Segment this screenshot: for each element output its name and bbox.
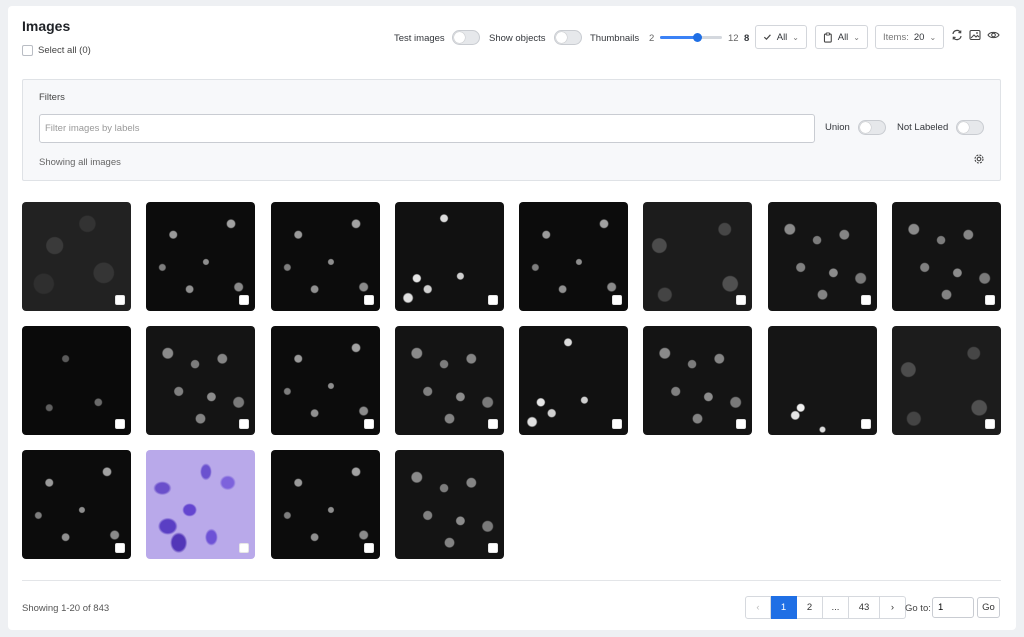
image-thumbnail[interactable] (394, 450, 504, 559)
image-select-checkbox[interactable] (363, 419, 374, 429)
page-ellipsis: ... (823, 596, 849, 619)
filters-label: Filters (39, 92, 65, 103)
image-thumbnail[interactable] (767, 202, 877, 311)
visibility-button[interactable] (986, 28, 1000, 42)
image-thumbnail[interactable] (22, 326, 131, 435)
filter-status-text: Showing all images (39, 157, 121, 168)
image-select-checkbox[interactable] (239, 295, 250, 305)
items-value: 20 (913, 31, 925, 43)
gear-icon[interactable] (973, 153, 985, 165)
slider-value: 8 (744, 32, 750, 44)
image-icon (969, 29, 981, 41)
chevron-down-icon: ⌄ (853, 32, 860, 42)
image-select-checkbox[interactable] (487, 295, 498, 305)
test-images-toggle[interactable] (452, 30, 480, 45)
slider-handle[interactable] (693, 33, 703, 42)
refresh-icon (952, 29, 962, 41)
page-button-43[interactable]: 43 (849, 596, 880, 619)
image-thumbnail[interactable] (394, 202, 504, 311)
slider-fill (660, 36, 698, 39)
not-labeled-label: Not Labeled (897, 122, 949, 133)
thumbnails-label: Thumbnails (590, 32, 640, 44)
show-objects-label: Show objects (489, 32, 546, 44)
image-select-checkbox[interactable] (860, 419, 871, 429)
image-select-checkbox[interactable] (736, 295, 747, 305)
thumbnail-size-slider[interactable] (660, 33, 722, 42)
test-images-label: Test images (394, 32, 445, 44)
eye-icon (986, 31, 1000, 39)
page-button-2[interactable]: 2 (797, 596, 823, 619)
check-icon (763, 34, 771, 40)
image-select-checkbox[interactable] (612, 295, 623, 305)
image-thumbnail[interactable] (643, 202, 753, 311)
image-view-button[interactable] (968, 28, 982, 42)
status-filter-dropdown[interactable]: All ⌄ (755, 25, 807, 49)
chevron-down-icon: ⌄ (929, 32, 937, 42)
slider-min-label: 2 (649, 32, 655, 44)
select-all-label: Select all (0) (38, 45, 91, 56)
select-all-checkbox[interactable] (22, 45, 33, 56)
type-filter-value: All (837, 31, 849, 43)
image-select-checkbox[interactable] (363, 543, 374, 553)
image-select-checkbox[interactable] (736, 419, 747, 429)
goto-page-input[interactable] (932, 597, 974, 618)
chevron-down-icon: ⌄ (792, 32, 799, 42)
image-thumbnail[interactable] (146, 450, 256, 559)
image-select-checkbox[interactable] (612, 419, 623, 429)
images-panel: Images Select all (0) Test images Show o… (8, 6, 1016, 630)
image-select-checkbox[interactable] (487, 543, 498, 553)
footer-divider (22, 580, 1001, 581)
image-thumbnail[interactable] (643, 326, 753, 435)
image-thumbnail[interactable] (270, 202, 380, 311)
pagination: ‹ 1 2 ... 43 › (745, 596, 906, 619)
results-count: Showing 1-20 of 843 (22, 603, 110, 614)
image-thumbnail[interactable] (394, 326, 504, 435)
union-label: Union (825, 122, 850, 133)
next-page-button[interactable]: › (880, 596, 906, 619)
image-thumbnail[interactable] (22, 450, 131, 559)
image-select-checkbox[interactable] (239, 419, 250, 429)
items-label: Items: (883, 31, 909, 43)
image-thumbnail[interactable] (146, 326, 256, 435)
image-select-checkbox[interactable] (860, 295, 871, 305)
status-filter-value: All (776, 31, 788, 43)
image-thumbnail[interactable] (519, 326, 629, 435)
items-per-page-dropdown[interactable]: Items: 20 ⌄ (875, 25, 944, 49)
image-select-checkbox[interactable] (487, 419, 498, 429)
image-select-checkbox[interactable] (115, 419, 125, 429)
image-select-checkbox[interactable] (985, 295, 996, 305)
refresh-button[interactable] (950, 28, 964, 42)
image-select-checkbox[interactable] (239, 543, 250, 553)
type-filter-dropdown[interactable]: All ⌄ (815, 25, 868, 49)
clipboard-icon (823, 31, 832, 43)
image-thumbnail[interactable] (270, 326, 380, 435)
image-thumbnail[interactable] (270, 450, 380, 559)
select-all[interactable]: Select all (0) (22, 45, 91, 56)
image-thumbnail[interactable] (519, 202, 629, 311)
page-title: Images (22, 18, 71, 34)
image-select-checkbox[interactable] (115, 295, 125, 305)
prev-page-button[interactable]: ‹ (745, 596, 771, 619)
slider-max-label: 12 (728, 32, 739, 44)
show-objects-toggle[interactable] (554, 30, 582, 45)
image-thumbnail[interactable] (892, 202, 1002, 311)
not-labeled-toggle[interactable] (956, 120, 984, 135)
image-thumbnail[interactable] (892, 326, 1002, 435)
image-thumbnail[interactable] (146, 202, 256, 311)
union-toggle[interactable] (858, 120, 886, 135)
page-button-1[interactable]: 1 (771, 596, 797, 619)
filters-panel: Filters Union Not Labeled Showing all im… (22, 79, 1001, 181)
image-thumbnail[interactable] (22, 202, 131, 311)
image-select-checkbox[interactable] (115, 543, 125, 553)
go-button[interactable]: Go (977, 597, 1000, 618)
goto-label: Go to: (905, 603, 931, 614)
label-filter-input[interactable] (39, 114, 815, 143)
image-thumbnail[interactable] (767, 326, 877, 435)
image-select-checkbox[interactable] (985, 419, 996, 429)
image-select-checkbox[interactable] (363, 295, 374, 305)
image-grid (22, 202, 1002, 559)
